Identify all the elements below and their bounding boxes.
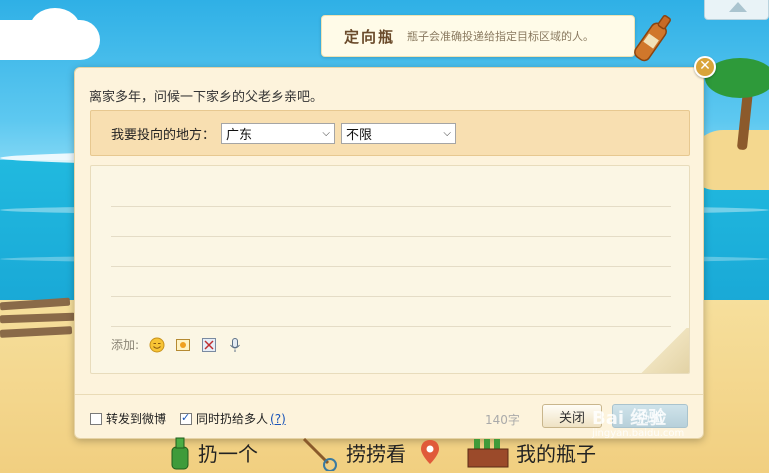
watermark: Bai 经验 jingyan.baidu.com — [592, 404, 684, 439]
forward-weibo-label: 转发到微博 — [106, 412, 167, 426]
city-select-value: 不限 — [346, 127, 373, 143]
location-pin-icon — [421, 439, 439, 464]
paper-curl — [636, 328, 689, 373]
directional-bottle-banner: 定向瓶 瓶子会准确投递给指定目标区域的人。 — [321, 15, 635, 57]
message-textarea[interactable]: 添加: — [90, 165, 690, 374]
attach-toolbar: 添加: — [111, 336, 243, 353]
bottle-icon — [171, 437, 189, 469]
nav-fish[interactable]: 捞捞看 — [300, 432, 442, 473]
image-icon[interactable] — [175, 337, 191, 353]
watermark-sub: jingyan.baidu.com — [592, 428, 685, 439]
forward-weibo-checkbox[interactable]: 转发到微博 — [90, 410, 166, 427]
top-toggle-button[interactable] — [704, 0, 769, 20]
throw-bottle-dialog: 离家多年，问候一下家乡的父老乡亲吧。 我要投向的地方： 广东 ⌵ 不限 ⌵ 添加… — [74, 67, 704, 439]
wooden-dock — [0, 290, 80, 350]
attach-label: 添加: — [111, 338, 140, 352]
nav-throw-one[interactable]: 扔一个 — [168, 432, 258, 473]
microphone-icon[interactable] — [227, 337, 243, 353]
banner-title: 定向瓶 — [344, 27, 396, 46]
nav-my-bottles-label: 我的瓶子 — [516, 442, 596, 466]
crate-icon — [467, 438, 509, 467]
char-count: 140字 — [485, 413, 520, 427]
throw-multiple-help-link[interactable]: (?) — [270, 412, 286, 426]
dialog-message: 离家多年，问候一下家乡的父老乡亲吧。 — [89, 90, 324, 105]
banner-description: 瓶子会准确投递给指定目标区域的人。 — [407, 30, 595, 43]
chevron-down-icon: ⌵ — [322, 127, 331, 139]
throw-multiple-label: 同时扔给多人 — [196, 412, 269, 426]
province-select-value: 广东 — [226, 127, 253, 143]
watermark-main: Bai 经验 — [592, 408, 667, 429]
nav-throw-one-label: 扔一个 — [198, 442, 258, 466]
nav-my-bottles[interactable]: 我的瓶子 — [466, 432, 596, 473]
throw-multiple-checkbox-box[interactable] — [180, 411, 192, 425]
net-icon — [302, 437, 337, 471]
nav-fish-label: 捞捞看 — [346, 442, 406, 466]
emoji-icon[interactable] — [149, 337, 165, 353]
bottle-icon — [634, 15, 671, 62]
target-label: 我要投向的地方： — [111, 127, 216, 143]
dialog-close-icon[interactable]: ✕ — [694, 56, 716, 78]
province-select[interactable]: 广东 ⌵ — [221, 122, 336, 144]
forward-weibo-checkbox-box[interactable] — [90, 412, 102, 425]
target-location-bar: 我要投向的地方： 广东 ⌵ 不限 ⌵ — [90, 110, 690, 156]
throw-multiple-checkbox[interactable]: 同时扔给多人 (?) — [180, 410, 286, 427]
scissors-icon[interactable] — [201, 337, 217, 353]
city-select[interactable]: 不限 ⌵ — [341, 122, 457, 144]
chevron-down-icon: ⌵ — [443, 127, 452, 139]
cloud — [30, 8, 80, 48]
